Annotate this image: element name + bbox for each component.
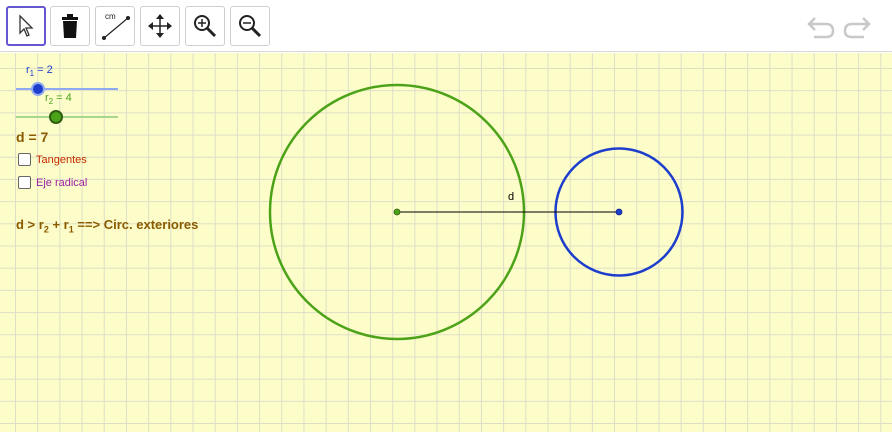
zoom-in-tool-button[interactable] [185,6,225,46]
zoom-out-tool-button[interactable] [230,6,270,46]
segment-d-label: d [508,191,514,203]
center-point-circle-r2[interactable] [393,208,401,216]
distance-measure-icon: cm [102,12,130,40]
redo-button[interactable] [842,12,872,40]
cursor-arrow-icon [19,14,34,37]
center-point-circle-r1[interactable] [615,208,623,216]
distance-tool-button[interactable]: cm [95,6,135,46]
zoom-in-icon [194,15,217,38]
move-graphics-view-tool-button[interactable] [140,6,180,46]
graphics-view[interactable]: r1 = 2 r2 = 4 d = 7 Tangentes Eje radica… [0,53,892,432]
undo-icon [807,17,835,39]
move-tool-button[interactable] [6,6,46,46]
toolbar: cm [0,0,892,52]
trash-icon [62,14,78,38]
distance-tool-label: cm [105,12,116,21]
redo-icon [843,17,871,39]
delete-tool-button[interactable] [50,6,90,46]
zoom-out-icon [239,15,262,38]
undo-button[interactable] [806,12,836,40]
geometry-drawing: d [268,83,684,341]
four-arrows-icon [148,14,172,38]
